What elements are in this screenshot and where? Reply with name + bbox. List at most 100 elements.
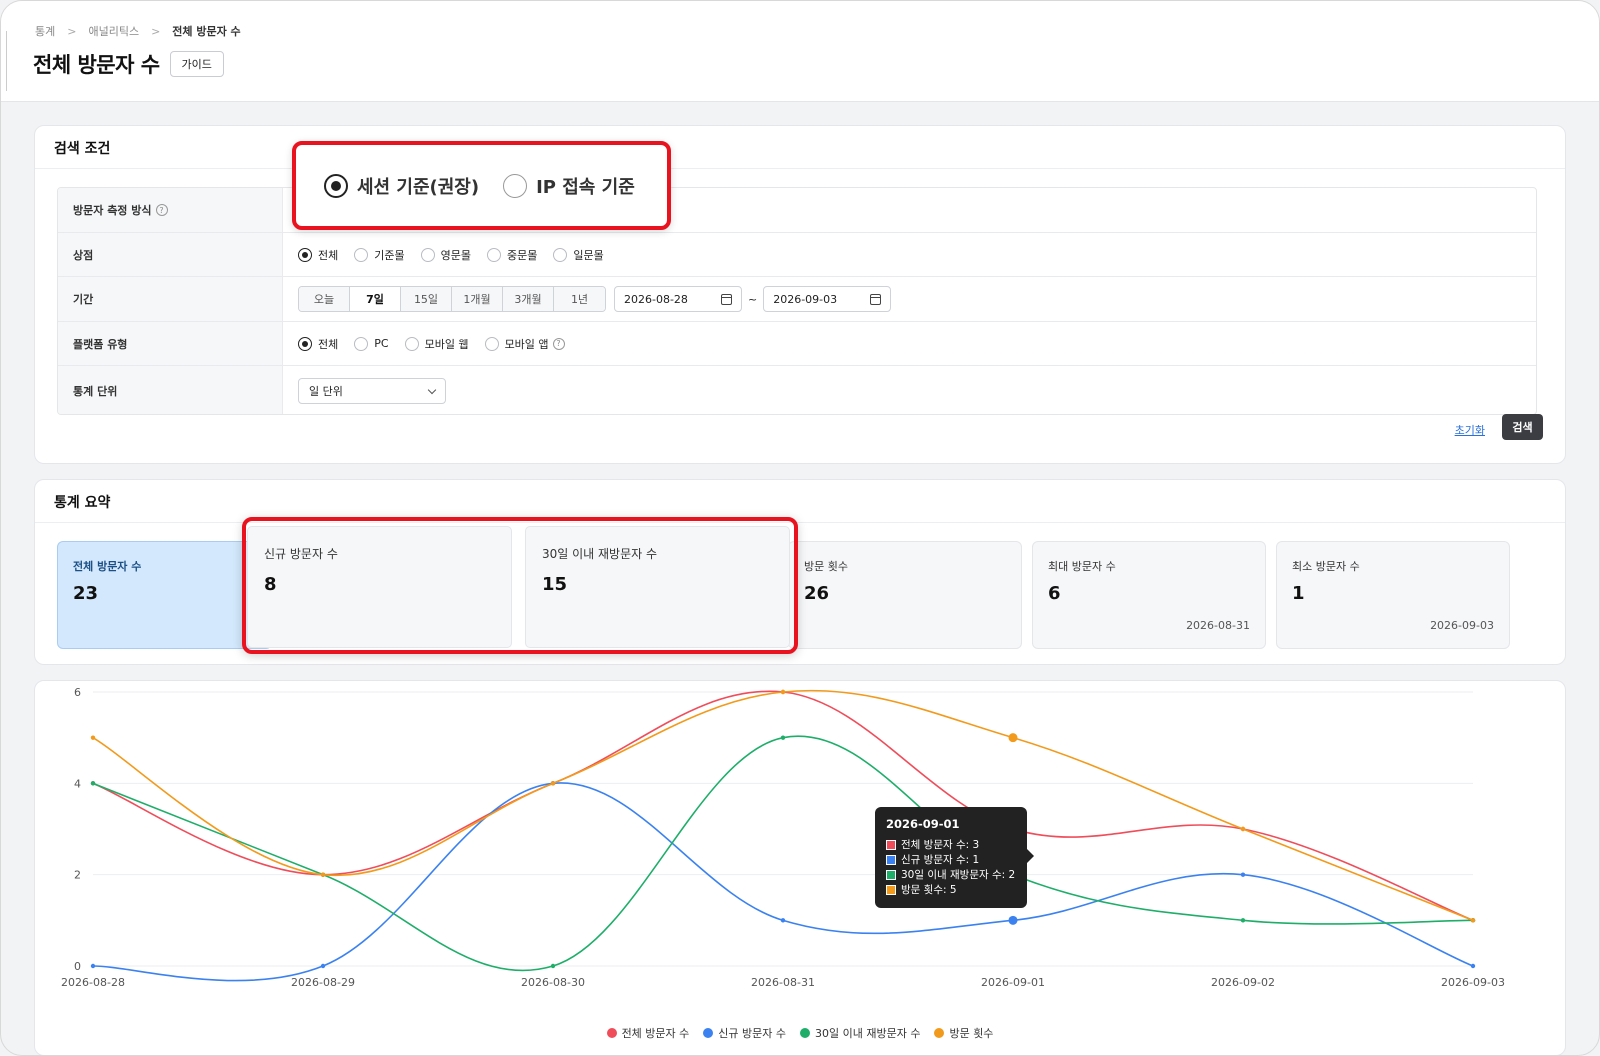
help-icon[interactable]: ?	[552, 337, 565, 350]
radio-option[interactable]: 전체	[298, 336, 338, 352]
stat-date: 2026-08-31	[1186, 619, 1250, 632]
breadcrumb-item-stats[interactable]: 통계	[35, 23, 55, 39]
line-chart[interactable]: 0 2 4 6 2026-08-28 2026-08-29 2026-08-30 2026-0…	[35, 681, 1567, 1021]
measure-method-highlight: 세션 기준(권장) IP 접속 기준	[292, 141, 671, 230]
form-value-unit: 일 단위	[283, 366, 1536, 414]
start-date-input[interactable]: 2026-08-28	[614, 286, 742, 312]
form-row-unit: 통계 단위 일 단위	[58, 366, 1536, 414]
calendar-icon[interactable]	[870, 293, 882, 305]
radio-dot-selected	[298, 336, 312, 351]
radio-label: IP 접속 기준	[536, 176, 635, 198]
guide-button[interactable]: 가이드	[169, 51, 224, 77]
form-row-platform: 플랫폼 유형 전체 PC 모바일 웹 모바일 앱?	[58, 322, 1536, 366]
stat-label: 신규 방문자 수	[264, 547, 338, 561]
period-preset[interactable]: 1년	[554, 287, 605, 311]
period-preset[interactable]: 3개월	[503, 287, 554, 311]
radio-option[interactable]: PC	[354, 336, 389, 351]
period-preset[interactable]: 7일	[350, 287, 401, 311]
help-icon[interactable]: ?	[155, 204, 168, 216]
data-point[interactable]	[1470, 918, 1476, 923]
radio-dot	[487, 247, 501, 262]
x-tick-label: 2026-08-31	[751, 976, 815, 989]
legend-item[interactable]: 30일 이내 재방문자 수	[800, 1025, 920, 1041]
unit-select-value: 일 단위	[309, 385, 343, 398]
tooltip-swatch	[886, 854, 896, 865]
radio-option[interactable]: 일문몰	[553, 247, 604, 263]
legend-item[interactable]: 전체 방문자 수	[606, 1025, 689, 1041]
unit-select[interactable]: 일 단위	[298, 378, 446, 404]
data-point[interactable]	[1470, 963, 1476, 969]
stat-value: 6	[1048, 583, 1061, 604]
tooltip-text: 전체 방문자 수: 3	[901, 839, 980, 851]
tooltip-row: 방문 횟수: 5	[886, 882, 1016, 897]
radio-dot	[503, 173, 528, 198]
data-point[interactable]	[780, 918, 786, 923]
data-point[interactable]	[1240, 918, 1246, 923]
stat-label: 최대 방문자 수	[1048, 560, 1116, 573]
x-tick-label: 2026-08-28	[61, 976, 125, 989]
data-point[interactable]	[1008, 733, 1018, 743]
stat-value: 26	[804, 583, 830, 604]
radio-session[interactable]: 세션 기준(권장)	[324, 173, 479, 199]
breadcrumb-item-analytics[interactable]: 애널리틱스	[88, 23, 139, 39]
search-card: 검색 조건 방문자 측정 방식 ? 상점 전체 기준몰 영문몰 중문몰 일문몰 기간 오…	[34, 125, 1566, 464]
data-point[interactable]	[90, 735, 96, 740]
radio-option[interactable]: 영문몰	[420, 247, 471, 263]
stat-visit-count[interactable]: 방문 횟수 26	[788, 541, 1022, 649]
radio-option[interactable]: 전체	[298, 247, 338, 263]
data-point[interactable]	[780, 735, 786, 740]
card-divider	[35, 168, 1565, 169]
data-point[interactable]	[1240, 872, 1246, 877]
calendar-icon[interactable]	[721, 293, 732, 305]
series-line	[92, 735, 1474, 972]
period-preset[interactable]: 1개월	[452, 287, 503, 311]
data-point[interactable]	[1008, 915, 1018, 925]
legend-item[interactable]: 신규 방문자 수	[703, 1025, 786, 1041]
radio-label: 기준몰	[374, 248, 405, 262]
radio-option[interactable]: 모바일 웹	[404, 336, 469, 352]
legend-item[interactable]: 방문 횟수	[934, 1025, 993, 1041]
data-point[interactable]	[780, 689, 786, 695]
start-date-value: 2026-08-28	[624, 292, 688, 306]
store-options: 전체 기준몰 영문몰 중문몰 일문몰	[283, 233, 1536, 276]
chart-legend: 전체 방문자 수 신규 방문자 수 30일 이내 재방문자 수 방문 횟수	[35, 1025, 1565, 1041]
period-preset[interactable]: 15일	[401, 287, 452, 311]
radio-dot-selected	[324, 173, 348, 198]
period-preset-group: 오늘 7일 15일 1개월 3개월 1년	[298, 286, 606, 312]
data-point[interactable]	[320, 963, 326, 969]
form-row-period: 기간 오늘 7일 15일 1개월 3개월 1년 2026-08-28 ~ 2026-09-…	[58, 277, 1536, 322]
data-point[interactable]	[550, 781, 556, 786]
end-date-value: 2026-09-03	[773, 292, 838, 306]
form-label-store: 상점	[58, 233, 283, 276]
stat-min-visitors[interactable]: 최소 방문자 수 1 2026-09-03	[1276, 541, 1510, 649]
search-button[interactable]: 검색	[1502, 414, 1543, 440]
stat-max-visitors[interactable]: 최대 방문자 수 6 2026-08-31	[1032, 541, 1266, 649]
data-point[interactable]	[90, 963, 96, 969]
radio-dot	[484, 336, 499, 351]
y-tick-label: 6	[74, 686, 81, 699]
series-line	[92, 689, 1474, 922]
radio-option[interactable]: 중문몰	[487, 247, 537, 263]
stat-label: 최소 방문자 수	[1292, 560, 1360, 573]
radio-option[interactable]: 기준몰	[354, 247, 405, 263]
radio-ip[interactable]: IP 접속 기준	[503, 173, 635, 199]
stat-new-visitors[interactable]: 신규 방문자 수 8	[247, 526, 512, 648]
end-date-input[interactable]: 2026-09-03	[763, 286, 892, 312]
data-point[interactable]	[1240, 826, 1246, 832]
stat-returning-visitors[interactable]: 30일 이내 재방문자 수 15	[525, 526, 790, 648]
radio-option[interactable]: 모바일 앱?	[484, 336, 565, 352]
form-row-store: 상점 전체 기준몰 영문몰 중문몰 일문몰	[58, 233, 1536, 277]
radio-label: 영문몰	[440, 248, 471, 262]
data-point[interactable]	[550, 963, 556, 969]
data-point[interactable]	[90, 781, 96, 786]
tooltip-text: 신규 방문자 수: 1	[901, 854, 980, 866]
period-preset[interactable]: 오늘	[299, 287, 350, 311]
reset-link[interactable]: 초기화	[1455, 422, 1485, 438]
data-point[interactable]	[320, 872, 326, 877]
stat-total-visitors[interactable]: 전체 방문자 수 23	[57, 541, 272, 649]
radio-label: 전체	[318, 337, 339, 351]
y-tick-label: 0	[74, 960, 81, 973]
x-tick-label: 2026-08-30	[521, 976, 585, 989]
radio-label: 모바일 웹	[424, 337, 469, 351]
radio-label: PC	[374, 337, 389, 350]
